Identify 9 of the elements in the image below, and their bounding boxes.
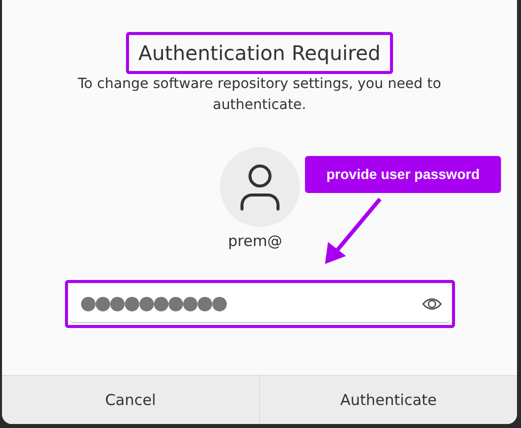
callout-label: provide user password	[305, 156, 501, 193]
password-field[interactable]: ●●●●●●●●●●	[70, 285, 450, 323]
eye-icon[interactable]	[422, 296, 442, 310]
user-name: prem@	[228, 231, 282, 252]
user-icon	[239, 163, 281, 211]
callout-arrow	[325, 198, 382, 264]
dialog-message: To change software repository settings, you need to authenticate.	[76, 75, 442, 115]
dialog-title: Authentication Required	[126, 32, 393, 74]
dialog-button[interactable]: Authenticate	[259, 376, 517, 424]
